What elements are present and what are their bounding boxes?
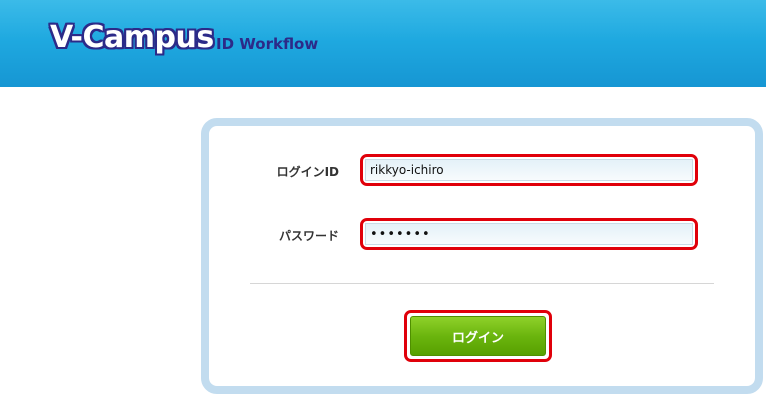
password-input[interactable] <box>365 223 693 245</box>
login-id-input[interactable] <box>365 159 693 181</box>
v-campus-logo[interactable]: V-Campus <box>50 20 214 56</box>
app-subtitle: ID Workflow <box>216 35 319 53</box>
form-divider <box>250 283 714 284</box>
login-id-label: ログインID <box>276 165 339 179</box>
password-field-highlight <box>360 218 698 250</box>
login-button-highlight: ログイン <box>404 310 552 362</box>
password-label: パスワード <box>278 229 339 243</box>
header-bar: V-Campus ID Workflow <box>0 0 766 87</box>
login-id-field-highlight <box>360 154 698 186</box>
login-button[interactable]: ログイン <box>410 316 546 356</box>
